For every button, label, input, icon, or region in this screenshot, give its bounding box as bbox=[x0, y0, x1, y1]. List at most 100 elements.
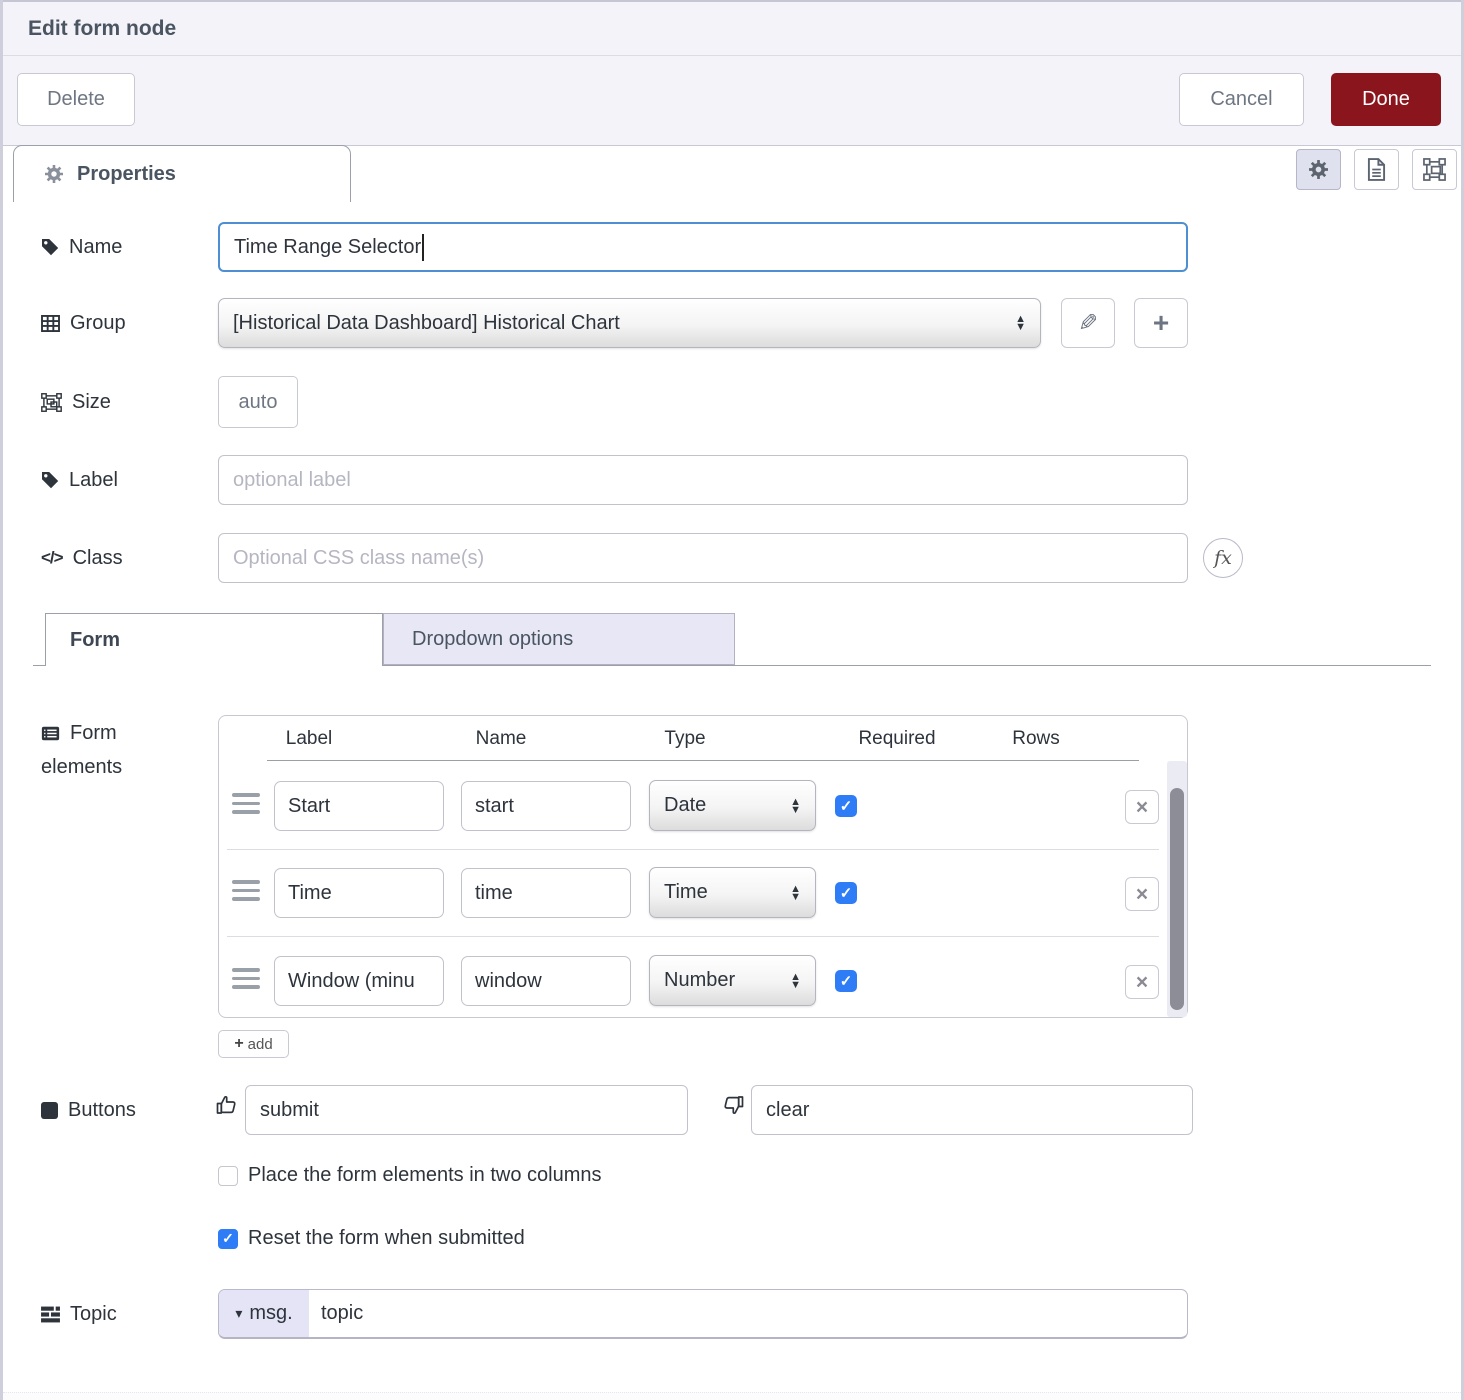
column-header-name: Name bbox=[475, 728, 527, 749]
drag-handle-icon[interactable] bbox=[232, 880, 260, 906]
class-input[interactable]: Optional CSS class name(s) bbox=[218, 533, 1188, 583]
remove-element-button[interactable]: × bbox=[1125, 877, 1159, 911]
two-columns-label: Place the form elements in two columns bbox=[248, 1164, 602, 1186]
group-select[interactable]: [Historical Data Dashboard] Historical C… bbox=[218, 298, 1041, 348]
select-arrows-icon: ▲ ▼ bbox=[790, 882, 801, 903]
buttons-label: Buttons bbox=[41, 1085, 136, 1135]
list-icon bbox=[41, 726, 60, 741]
name-input[interactable]: Time Range Selector bbox=[218, 222, 1188, 272]
selection-frame-icon bbox=[1423, 158, 1446, 181]
table-row: Time time Time ▲ ▼ ✓ × bbox=[219, 849, 1187, 936]
table-header-divider bbox=[267, 760, 1139, 761]
element-name-input[interactable]: start bbox=[461, 781, 631, 831]
add-group-button[interactable]: + bbox=[1134, 298, 1188, 348]
form-subtabs: Form Dropdown options bbox=[3, 613, 1461, 667]
remove-element-button[interactable]: × bbox=[1125, 965, 1159, 999]
delete-button[interactable]: Delete bbox=[17, 73, 135, 126]
scrollbar-thumb[interactable] bbox=[1170, 788, 1184, 1010]
pencil-icon: ✎ bbox=[1077, 309, 1099, 337]
tab-form[interactable]: Form bbox=[45, 613, 383, 666]
appearance-view-button[interactable] bbox=[1412, 149, 1457, 190]
gear-icon bbox=[44, 164, 64, 184]
two-columns-checkbox[interactable]: ✓ bbox=[218, 1165, 238, 1186]
form-elements-label-line2: elements bbox=[41, 756, 123, 778]
close-icon: × bbox=[1135, 795, 1149, 819]
close-icon: × bbox=[1135, 970, 1149, 994]
remove-element-button[interactable]: × bbox=[1125, 790, 1159, 824]
class-placeholder: Optional CSS class name(s) bbox=[233, 546, 485, 569]
plus-icon: + bbox=[234, 1035, 244, 1052]
two-columns-option: ✓ Place the form elements in two columns bbox=[218, 1164, 602, 1187]
cancel-button[interactable]: Cancel bbox=[1179, 73, 1304, 126]
topic-input[interactable]: topic bbox=[309, 1290, 363, 1337]
reset-form-checkbox[interactable]: ✓ bbox=[218, 1228, 238, 1249]
clear-button-input[interactable]: clear bbox=[751, 1085, 1193, 1135]
topic-typed-input: ▾ msg. topic bbox=[218, 1289, 1188, 1339]
tab-properties-label: Properties bbox=[77, 162, 176, 185]
table-scrollbar[interactable] bbox=[1167, 761, 1187, 1017]
gear-icon bbox=[1308, 159, 1329, 180]
properties-view-button[interactable] bbox=[1296, 149, 1341, 190]
name-label: Name bbox=[41, 222, 122, 272]
element-type-select[interactable]: Time ▲ ▼ bbox=[649, 867, 816, 918]
select-arrows-icon: ▲ ▼ bbox=[790, 795, 801, 816]
element-type-select[interactable]: Number ▲ ▼ bbox=[649, 955, 816, 1006]
description-view-button[interactable] bbox=[1354, 149, 1399, 190]
add-element-button[interactable]: + add bbox=[218, 1030, 289, 1058]
object-group-icon bbox=[41, 392, 62, 412]
size-button[interactable]: auto bbox=[218, 376, 298, 428]
element-name-input[interactable]: window bbox=[461, 956, 631, 1006]
edit-group-button[interactable]: ✎ bbox=[1061, 298, 1115, 348]
check-icon: ✓ bbox=[839, 798, 853, 815]
tab-dropdown-options[interactable]: Dropdown options bbox=[383, 613, 735, 665]
element-label-input[interactable]: Time bbox=[274, 868, 444, 918]
reset-form-option: ✓ Reset the form when submitted bbox=[218, 1227, 525, 1250]
tab-properties[interactable]: Properties bbox=[13, 145, 351, 202]
label-input[interactable]: optional label bbox=[218, 455, 1188, 505]
table-row: Start start Date ▲ ▼ ✓ × bbox=[219, 762, 1187, 849]
dialog-header: Edit form node bbox=[3, 0, 1461, 56]
square-icon bbox=[41, 1101, 58, 1119]
select-arrows-icon: ▲ ▼ bbox=[1015, 313, 1026, 333]
element-type-select[interactable]: Date ▲ ▼ bbox=[649, 780, 816, 831]
fx-expression-button[interactable]: fx bbox=[1203, 538, 1243, 578]
document-icon bbox=[1367, 158, 1386, 181]
submit-button-input[interactable]: submit bbox=[245, 1085, 688, 1135]
select-arrows-icon: ▲ ▼ bbox=[790, 970, 801, 991]
size-label: Size bbox=[41, 376, 111, 428]
dialog-button-bar: Delete Cancel Done bbox=[3, 56, 1461, 146]
drag-handle-icon[interactable] bbox=[232, 968, 260, 994]
required-checkbox[interactable]: ✓ bbox=[835, 795, 857, 817]
dialog-title: Edit form node bbox=[28, 16, 177, 40]
text-cursor bbox=[422, 233, 425, 261]
drag-handle-icon[interactable] bbox=[232, 793, 260, 819]
bottom-strip bbox=[3, 1392, 1461, 1400]
element-label-input[interactable]: Start bbox=[274, 781, 444, 831]
column-header-required: Required bbox=[858, 728, 936, 749]
column-header-type: Type bbox=[664, 728, 706, 749]
done-button[interactable]: Done bbox=[1331, 73, 1441, 126]
thumbs-up-icon bbox=[215, 1093, 239, 1117]
edit-form-node-dialog: Edit form node Delete Cancel Done Proper… bbox=[0, 0, 1464, 1400]
label-label: Label bbox=[41, 455, 118, 505]
table-icon bbox=[41, 314, 60, 332]
plus-icon: + bbox=[1152, 307, 1170, 338]
check-icon: ✓ bbox=[839, 973, 853, 990]
group-label: Group bbox=[41, 298, 126, 348]
required-checkbox[interactable]: ✓ bbox=[835, 970, 857, 992]
topic-type-select[interactable]: ▾ msg. bbox=[219, 1290, 309, 1337]
element-label-input[interactable]: Window (minu bbox=[274, 956, 444, 1006]
check-icon: ✓ bbox=[839, 885, 853, 902]
class-label: </> Class bbox=[41, 546, 123, 569]
tag-icon bbox=[41, 238, 59, 256]
thumbs-down-icon bbox=[721, 1093, 745, 1117]
check-icon: ✓ bbox=[222, 1230, 234, 1246]
label-placeholder: optional label bbox=[233, 468, 351, 491]
form-elements-table: Label Name Type Required Rows Start star… bbox=[218, 715, 1188, 1018]
required-checkbox[interactable]: ✓ bbox=[835, 882, 857, 904]
code-icon: </> bbox=[41, 548, 64, 567]
reset-form-label: Reset the form when submitted bbox=[248, 1227, 525, 1249]
element-name-input[interactable]: time bbox=[461, 868, 631, 918]
topic-label: Topic bbox=[41, 1289, 117, 1339]
column-header-label: Label bbox=[285, 728, 333, 749]
